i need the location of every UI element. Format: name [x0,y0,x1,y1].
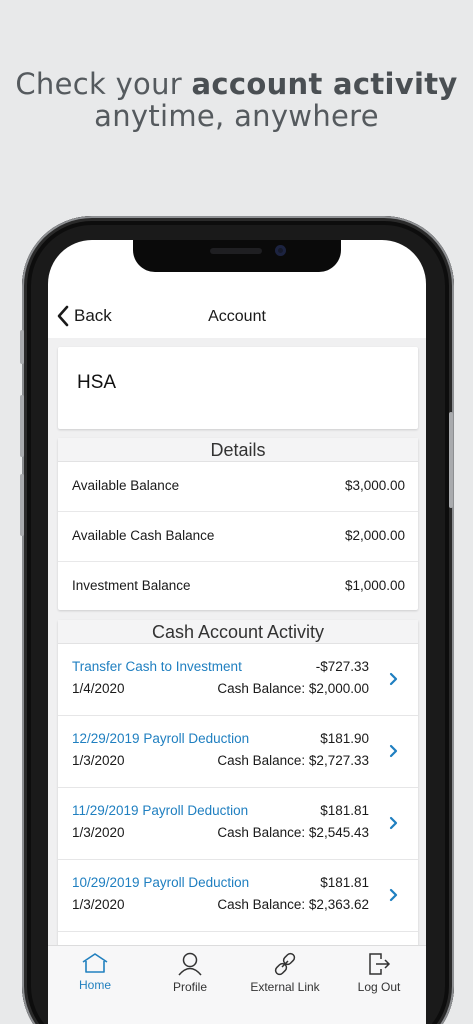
activity-amount: $181.81 [320,875,369,890]
tab-label: Log Out [357,980,401,994]
phone-screen: Back Account HSA Details Available Balan… [48,240,426,1024]
tab-bar: Home Profile External Link Log Out [48,945,426,1024]
activity-amount: -$727.33 [315,659,369,674]
tab-external-link[interactable]: External Link [238,946,332,1002]
chevron-right-icon [389,816,398,830]
person-icon [178,952,202,976]
link-icon [274,952,296,976]
activity-amount: $181.90 [320,731,369,746]
activity-balance: Cash Balance: $2,727.33 [217,753,369,768]
activity-balance: Cash Balance: $2,000.00 [217,681,369,696]
chevron-right-icon [389,672,398,686]
promo-headline: Check your account activity anytime, any… [0,68,473,132]
speaker [210,248,262,254]
tab-home[interactable]: Home [48,946,142,1002]
account-content: HSA Details Available Balance $3,000.00 … [48,338,426,945]
tab-label: Profile [172,980,207,994]
detail-label: Investment Balance [72,578,191,593]
activity-date: 1/3/2020 [72,753,125,768]
activity-balance: Cash Balance: $2,363.62 [217,897,369,912]
activity-header: Cash Account Activity [58,620,418,644]
account-name: HSA [77,372,117,393]
notch [133,240,341,272]
tab-label: External Link [250,980,320,994]
activity-description: 12/29/2019 Payroll Deduction [72,731,250,746]
tab-label: Home [78,978,111,992]
tab-log-out[interactable]: Log Out [332,946,426,1002]
detail-row: Available Balance $3,000.00 [58,462,418,512]
detail-value: $1,000.00 [344,578,405,593]
nav-bar: Back Account [48,298,426,338]
activity-description: 10/29/2019 Payroll Deduction [72,875,250,890]
activity-row[interactable]: 11/29/2019 Payroll Deduction $181.81 1/3… [58,788,418,860]
activity-row[interactable]: 12/29/2019 Payroll Deduction $181.90 1/3… [58,716,418,788]
detail-label: Available Cash Balance [72,528,215,543]
detail-row: Available Cash Balance $2,000.00 [58,512,418,562]
volume-down-button [20,474,24,536]
details-header: Details [58,438,418,462]
logout-icon [369,953,391,975]
activity-row[interactable]: 10/29/2019 Payroll Deduction $181.81 1/3… [58,860,418,932]
detail-value: $2,000.00 [344,528,405,543]
front-camera [275,245,286,256]
account-card: HSA [58,347,418,429]
activity-row[interactable]: Transfer Cash to Investment -$727.33 1/4… [58,644,418,716]
chevron-right-icon [389,744,398,758]
mute-switch [20,330,24,364]
detail-value: $3,000.00 [344,478,405,493]
promo-line-2: anytime, anywhere [94,99,379,133]
volume-up-button [20,395,24,457]
activity-date: 1/3/2020 [72,897,125,912]
activity-amount: $181.81 [320,803,369,818]
details-card: Details Available Balance $3,000.00 Avai… [58,438,418,610]
power-button [449,412,453,508]
activity-date: 1/3/2020 [72,825,125,840]
activity-description: Transfer Cash to Investment [72,659,242,674]
activity-description: 11/29/2019 Payroll Deduction [72,803,249,818]
page-title: Account [208,308,266,325]
activity-balance: Cash Balance: $2,545.43 [217,825,369,840]
detail-row: Investment Balance $1,000.00 [58,562,418,612]
home-icon [82,953,108,973]
detail-label: Available Balance [72,478,180,493]
chevron-right-icon [389,888,398,902]
tab-profile[interactable]: Profile [143,946,237,1002]
activity-card: Cash Account Activity Transfer Cash to I… [58,620,418,945]
promo-line-1: Check your account activity [15,67,458,101]
activity-date: 1/4/2020 [72,681,125,696]
